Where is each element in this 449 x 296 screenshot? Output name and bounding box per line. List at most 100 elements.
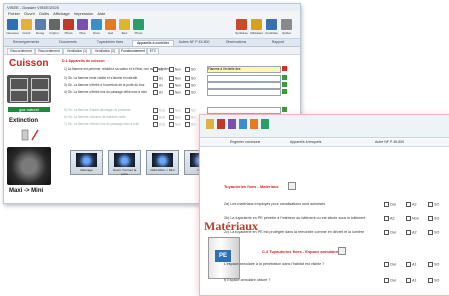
menu-item-4[interactable]: Impression	[74, 11, 94, 16]
menu-item-5[interactable]: Aide	[97, 11, 105, 16]
image-button-0[interactable]: Allumage	[70, 150, 103, 175]
tab-3[interactable]: Appareils à contrôler	[132, 40, 174, 46]
checkbox-b[interactable]: Non	[169, 90, 181, 95]
tab-4[interactable]: Autres NF P 45-500	[174, 40, 214, 45]
checkbox-b[interactable]: Non	[406, 216, 419, 221]
checkbox-box[interactable]	[153, 108, 158, 113]
checkbox-a[interactable]: A1S	[153, 115, 165, 120]
checkbox-a[interactable]: Oui	[384, 278, 396, 283]
camera-icon[interactable]	[63, 19, 74, 30]
new-file-icon[interactable]	[7, 19, 18, 30]
checkbox-box[interactable]	[384, 202, 389, 207]
validate-icon[interactable]	[282, 75, 287, 80]
document-icon[interactable]	[239, 119, 247, 129]
checkbox-a[interactable]: A1	[153, 76, 163, 81]
observation-select[interactable]	[207, 107, 281, 114]
checkbox-b[interactable]: Non	[169, 83, 181, 88]
checkbox-c[interactable]: SO	[185, 83, 196, 88]
menu-item-0[interactable]: Fichier	[8, 11, 20, 16]
menu-item-1[interactable]: Ouvrir	[24, 11, 35, 16]
flame-icon[interactable]	[105, 19, 116, 30]
checkbox-box[interactable]	[428, 230, 433, 235]
checkbox-box[interactable]	[153, 76, 158, 81]
observation-select[interactable]	[207, 82, 281, 89]
validate-icon[interactable]	[282, 107, 287, 112]
subtab-5[interactable]: ETC	[147, 48, 159, 55]
checkbox-c[interactable]: SO	[428, 230, 439, 235]
checkbox-a[interactable]: A1	[153, 67, 163, 72]
checkbox-box[interactable]	[185, 115, 190, 120]
checkbox-b[interactable]: A1	[406, 278, 417, 283]
tab-6[interactable]: Rapport	[258, 40, 298, 45]
checkbox-box[interactable]	[185, 122, 190, 127]
checkbox-c[interactable]: SO	[185, 108, 196, 113]
checkbox-c[interactable]: SO	[428, 202, 439, 207]
checkbox-c[interactable]: SO	[185, 67, 196, 72]
checkbox-box[interactable]	[169, 115, 174, 120]
checkbox-a[interactable]: A1	[153, 83, 163, 88]
checkbox-b[interactable]: Non	[169, 108, 181, 113]
checkbox-box[interactable]	[153, 67, 158, 72]
checkbox-box[interactable]	[169, 83, 174, 88]
checkbox-box[interactable]	[428, 216, 433, 221]
checkbox-box[interactable]	[406, 216, 411, 221]
document-icon[interactable]	[91, 19, 102, 30]
user-icon[interactable]	[251, 19, 262, 30]
checkbox-a[interactable]: A2	[384, 216, 395, 221]
checkbox-box[interactable]	[169, 67, 174, 72]
checkbox-box[interactable]	[428, 262, 433, 267]
section-materials-toggle[interactable]	[288, 182, 296, 190]
checkbox-b[interactable]: Non	[169, 115, 181, 120]
tab-0[interactable]: Renseignements	[6, 40, 46, 45]
checkbox-a[interactable]: A1S	[153, 122, 165, 127]
checkbox-b[interactable]: Non	[169, 76, 181, 81]
observation-select[interactable]: Flamme à l'échelle des	[207, 66, 281, 73]
menu-item-3[interactable]: Affichage	[53, 11, 70, 16]
checkbox-box[interactable]	[185, 76, 190, 81]
checkbox-box[interactable]	[384, 262, 389, 267]
checkbox-box[interactable]	[153, 115, 158, 120]
checkbox-c[interactable]: SO	[185, 115, 196, 120]
remove-icon[interactable]	[282, 66, 287, 71]
validate-icon[interactable]	[282, 82, 287, 87]
flame-icon[interactable]	[250, 119, 258, 129]
subtab-1[interactable]: Raccordement (2)	[35, 48, 63, 58]
checkbox-a[interactable]: Oui	[384, 230, 396, 235]
checkbox-b[interactable]: A2	[406, 202, 417, 207]
checkbox-a[interactable]: A1S	[153, 108, 165, 113]
checkbox-box[interactable]	[384, 230, 389, 235]
subtab-4[interactable]: Fonctionnement	[119, 48, 147, 55]
checkbox-b[interactable]: Non	[169, 122, 181, 127]
tab-5[interactable]: Observations	[216, 40, 256, 45]
checkbox-box[interactable]	[185, 108, 190, 113]
tab-2[interactable]: Tuyauteries fixes	[90, 40, 130, 45]
image-icon[interactable]	[261, 119, 269, 129]
image-button-2[interactable]: Débit Maxi -> Mini	[146, 150, 179, 175]
checkbox-a[interactable]: A1	[153, 90, 163, 95]
tab-1[interactable]: Documents	[48, 40, 88, 45]
print-icon[interactable]	[49, 19, 60, 30]
checkbox-box[interactable]	[384, 278, 389, 283]
observation-select[interactable]	[207, 89, 281, 96]
checkbox-box[interactable]	[169, 108, 174, 113]
checkbox-box[interactable]	[153, 90, 158, 95]
checkbox-box[interactable]	[384, 216, 389, 221]
checkbox-box[interactable]	[428, 278, 433, 283]
checkbox-box[interactable]	[185, 67, 190, 72]
plan-icon[interactable]	[228, 119, 236, 129]
synthesis-icon[interactable]	[236, 19, 247, 30]
checkbox-box[interactable]	[428, 202, 433, 207]
checkbox-box[interactable]	[185, 83, 190, 88]
check-icon[interactable]	[266, 19, 277, 30]
save-icon[interactable]	[35, 19, 46, 30]
lightning-icon[interactable]	[119, 19, 130, 30]
checkbox-c[interactable]: SO	[185, 90, 196, 95]
observation-select[interactable]	[207, 75, 281, 82]
checkbox-a[interactable]: Oui	[384, 202, 396, 207]
checkbox-box[interactable]	[406, 230, 411, 235]
checkbox-box[interactable]	[153, 83, 158, 88]
menu-item-2[interactable]: Outils	[39, 11, 49, 16]
checkbox-box[interactable]	[153, 122, 158, 127]
open-folder-icon[interactable]	[21, 19, 32, 30]
exit-icon[interactable]	[281, 19, 292, 30]
